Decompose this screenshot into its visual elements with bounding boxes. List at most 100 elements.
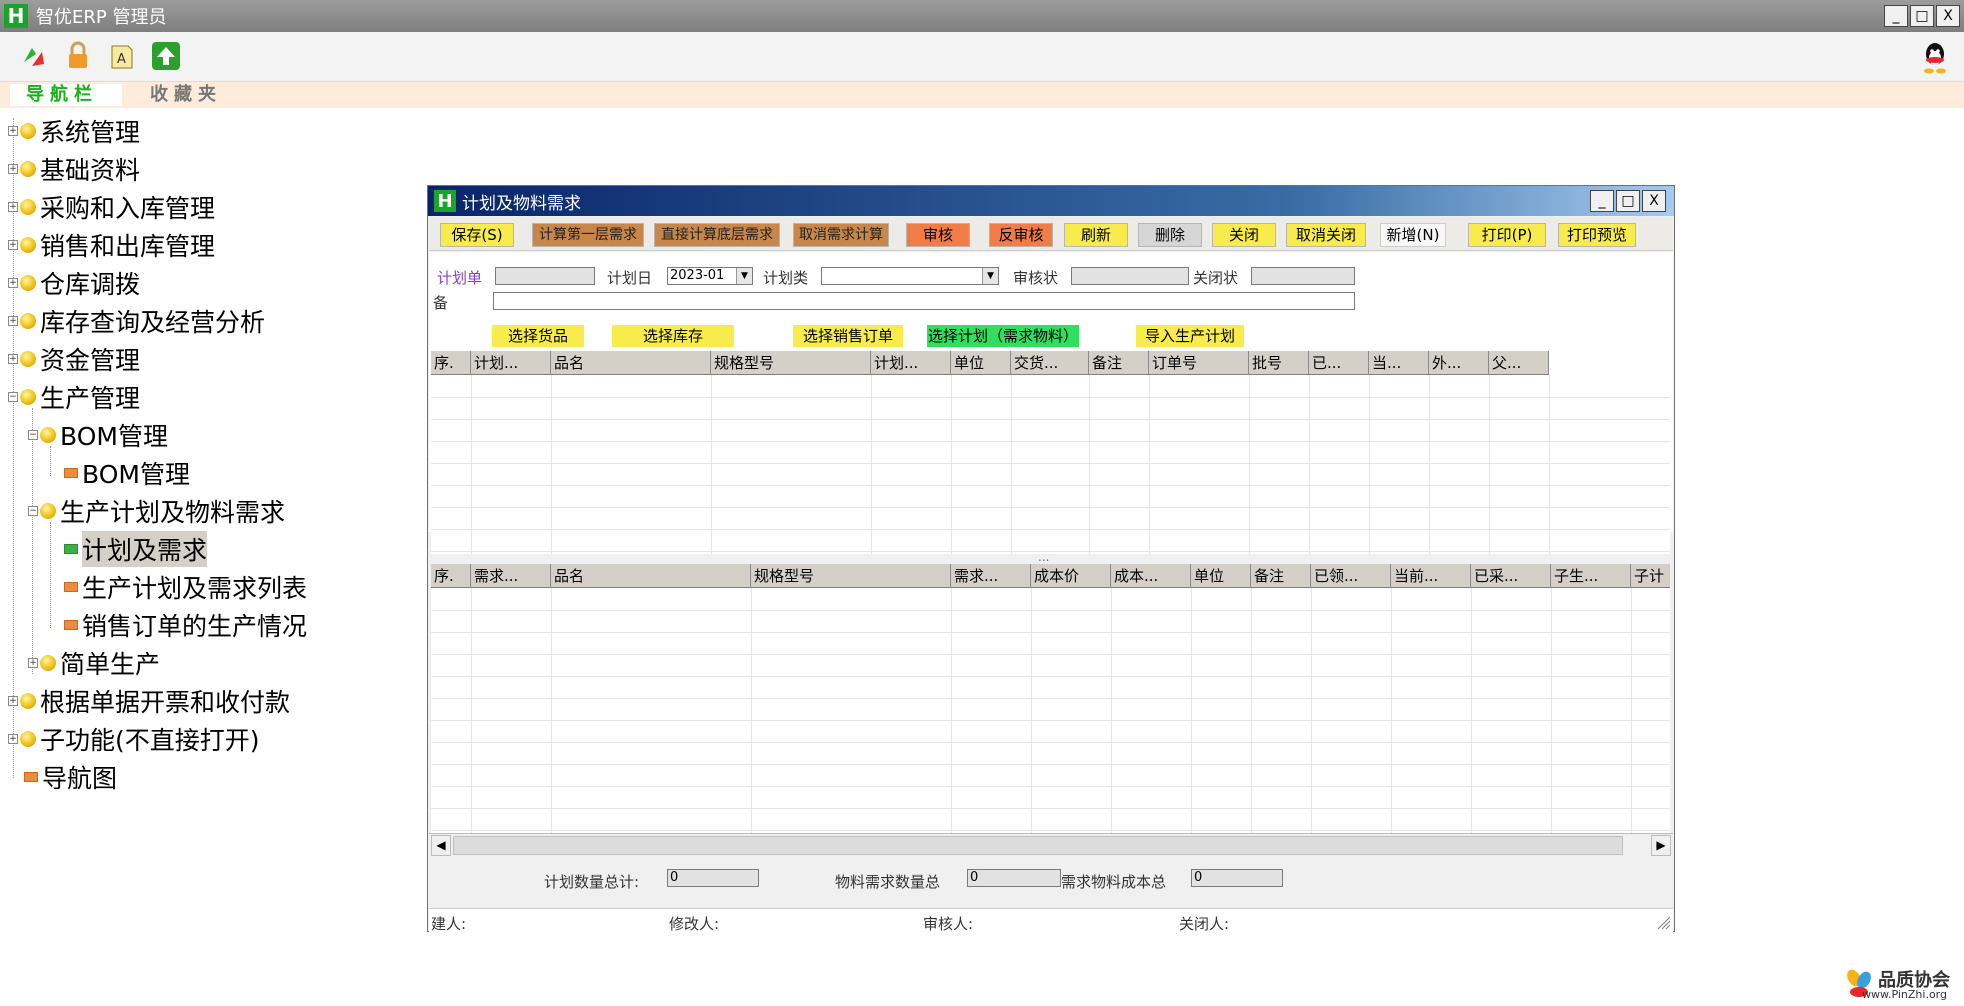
select-plan-button[interactable]: 选择计划（需求物料） <box>927 325 1079 347</box>
expand-icon[interactable]: + <box>8 354 18 364</box>
select-goods-button[interactable]: 选择货品 <box>492 325 584 347</box>
col-done[interactable]: 已... <box>1309 351 1369 375</box>
new-button[interactable]: 新增(N) <box>1380 223 1446 247</box>
col-name[interactable]: 品名 <box>551 351 711 375</box>
cancel-close-button[interactable]: 取消关闭 <box>1286 223 1366 247</box>
child-titlebar[interactable]: H 计划及物料需求 _ □ X <box>428 186 1674 216</box>
col-seq[interactable]: 序. <box>431 564 471 588</box>
tree-item-purchase[interactable]: + 采购和入库管理 <box>8 190 215 224</box>
tree-item-finance[interactable]: + 资金管理 <box>8 342 140 376</box>
tree-item-transfer[interactable]: + 仓库调拨 <box>8 266 140 300</box>
scroll-thumb[interactable] <box>453 836 1623 855</box>
collapse-icon[interactable]: − <box>8 392 18 402</box>
scroll-right-icon[interactable]: ▶ <box>1651 835 1671 856</box>
col-received[interactable]: 已领... <box>1311 564 1391 588</box>
unaudit-button[interactable]: 反审核 <box>989 223 1053 247</box>
refresh-icon[interactable] <box>18 40 50 72</box>
tree-item-production[interactable]: − 生产管理 <box>8 380 140 414</box>
grid-splitter[interactable]: ... <box>1038 550 1049 564</box>
tree-item-plan-folder[interactable]: − 生产计划及物料需求 <box>28 494 285 528</box>
child-maximize-button[interactable]: □ <box>1616 190 1640 212</box>
tree-item-bom-folder[interactable]: − BOM管理 <box>28 418 168 452</box>
col-unit[interactable]: 单位 <box>1191 564 1251 588</box>
resize-grip-icon[interactable] <box>1653 912 1671 930</box>
col-sub-production[interactable]: 子生... <box>1551 564 1631 588</box>
tree-item-inventory[interactable]: + 库存查询及经营分析 <box>8 304 265 338</box>
horizontal-scrollbar[interactable]: ◀ ▶ <box>429 833 1673 857</box>
col-cost[interactable]: 成本... <box>1111 564 1191 588</box>
expand-icon[interactable]: + <box>8 316 18 326</box>
refresh-button[interactable]: 刷新 <box>1064 223 1128 247</box>
expand-icon[interactable]: + <box>8 278 18 288</box>
import-plan-button[interactable]: 导入生产计划 <box>1136 325 1244 347</box>
col-current[interactable]: 当... <box>1369 351 1429 375</box>
col-outsource[interactable]: 外... <box>1429 351 1489 375</box>
col-delivery[interactable]: 交货... <box>1011 351 1089 375</box>
lock-icon[interactable] <box>62 40 94 72</box>
expand-icon[interactable]: + <box>8 696 18 706</box>
plan-date-picker[interactable]: 2023-01 ▼ <box>667 267 753 285</box>
tree-item-plan-list[interactable]: 生产计划及需求列表 <box>64 570 307 604</box>
scroll-left-icon[interactable]: ◀ <box>431 835 451 856</box>
upload-icon[interactable] <box>150 40 182 72</box>
col-demand-qty[interactable]: 需求... <box>951 564 1031 588</box>
tree-item-sales-order-production[interactable]: 销售订单的生产情况 <box>64 608 307 642</box>
remark-field[interactable] <box>493 292 1355 310</box>
col-cost-price[interactable]: 成本价 <box>1031 564 1111 588</box>
expand-icon[interactable]: + <box>8 734 18 744</box>
select-sales-order-button[interactable]: 选择销售订单 <box>793 325 903 347</box>
col-remark[interactable]: 备注 <box>1251 564 1311 588</box>
tree-item-sales[interactable]: + 销售和出库管理 <box>8 228 215 262</box>
col-demand[interactable]: 需求... <box>471 564 551 588</box>
tab-favorites[interactable]: 收藏夹 <box>150 84 240 106</box>
tree-item-invoice[interactable]: + 根据单据开票和收付款 <box>8 684 290 718</box>
tree-item-nav-map[interactable]: 导航图 <box>24 760 117 794</box>
col-order-no[interactable]: 订单号 <box>1149 351 1249 375</box>
tree-item-bom[interactable]: BOM管理 <box>64 456 190 490</box>
close-doc-button[interactable]: 关闭 <box>1212 223 1276 247</box>
col-batch[interactable]: 批号 <box>1249 351 1309 375</box>
plan-no-field[interactable] <box>495 267 595 285</box>
col-remark[interactable]: 备注 <box>1089 351 1149 375</box>
delete-button[interactable]: 删除 <box>1138 223 1202 247</box>
expand-icon[interactable]: + <box>8 240 18 250</box>
tree-item-simple-production[interactable]: + 简单生产 <box>28 646 160 680</box>
calc-bottom-level-button[interactable]: 直接计算底层需求 <box>654 223 780 247</box>
col-plan[interactable]: 计划... <box>471 351 551 375</box>
dropdown-arrow-icon[interactable]: ▼ <box>736 268 752 284</box>
close-button[interactable]: X <box>1936 5 1960 27</box>
tree-item-subfunctions[interactable]: + 子功能(不直接打开) <box>8 722 260 756</box>
collapse-icon[interactable]: − <box>28 506 38 516</box>
child-close-button[interactable]: X <box>1642 190 1666 212</box>
plan-type-select[interactable]: ▼ <box>821 267 999 285</box>
col-purchased[interactable]: 已采... <box>1471 564 1551 588</box>
audit-button[interactable]: 审核 <box>906 223 970 247</box>
expand-icon[interactable]: + <box>8 164 18 174</box>
tree-item-basic-data[interactable]: + 基础资料 <box>8 152 140 186</box>
maximize-button[interactable]: □ <box>1910 5 1934 27</box>
expand-icon[interactable]: + <box>28 658 38 668</box>
expand-icon[interactable]: + <box>8 202 18 212</box>
col-plan-qty[interactable]: 计划... <box>871 351 951 375</box>
cancel-calc-button[interactable]: 取消需求计算 <box>793 223 889 247</box>
col-current[interactable]: 当前... <box>1391 564 1471 588</box>
calc-first-level-button[interactable]: 计算第一层需求 <box>532 223 644 247</box>
collapse-icon[interactable]: − <box>28 430 38 440</box>
col-spec[interactable]: 规格型号 <box>711 351 871 375</box>
tree-item-plan-demand[interactable]: 计划及需求 <box>64 531 208 567</box>
print-preview-button[interactable]: 打印预览 <box>1558 223 1636 247</box>
tab-navigation[interactable]: 导航栏 <box>10 84 122 106</box>
col-sub-plan[interactable]: 子计 <box>1631 564 1670 588</box>
dropdown-arrow-icon[interactable]: ▼ <box>982 268 998 284</box>
col-spec[interactable]: 规格型号 <box>751 564 951 588</box>
expand-icon[interactable]: + <box>8 126 18 136</box>
minimize-button[interactable]: _ <box>1884 5 1908 27</box>
qq-icon[interactable] <box>1918 40 1952 74</box>
col-unit[interactable]: 单位 <box>951 351 1011 375</box>
col-parent[interactable]: 父... <box>1489 351 1549 375</box>
select-stock-button[interactable]: 选择库存 <box>612 325 734 347</box>
print-button[interactable]: 打印(P) <box>1468 223 1546 247</box>
child-minimize-button[interactable]: _ <box>1590 190 1614 212</box>
col-name[interactable]: 品名 <box>551 564 751 588</box>
save-button[interactable]: 保存(S) <box>440 223 514 247</box>
